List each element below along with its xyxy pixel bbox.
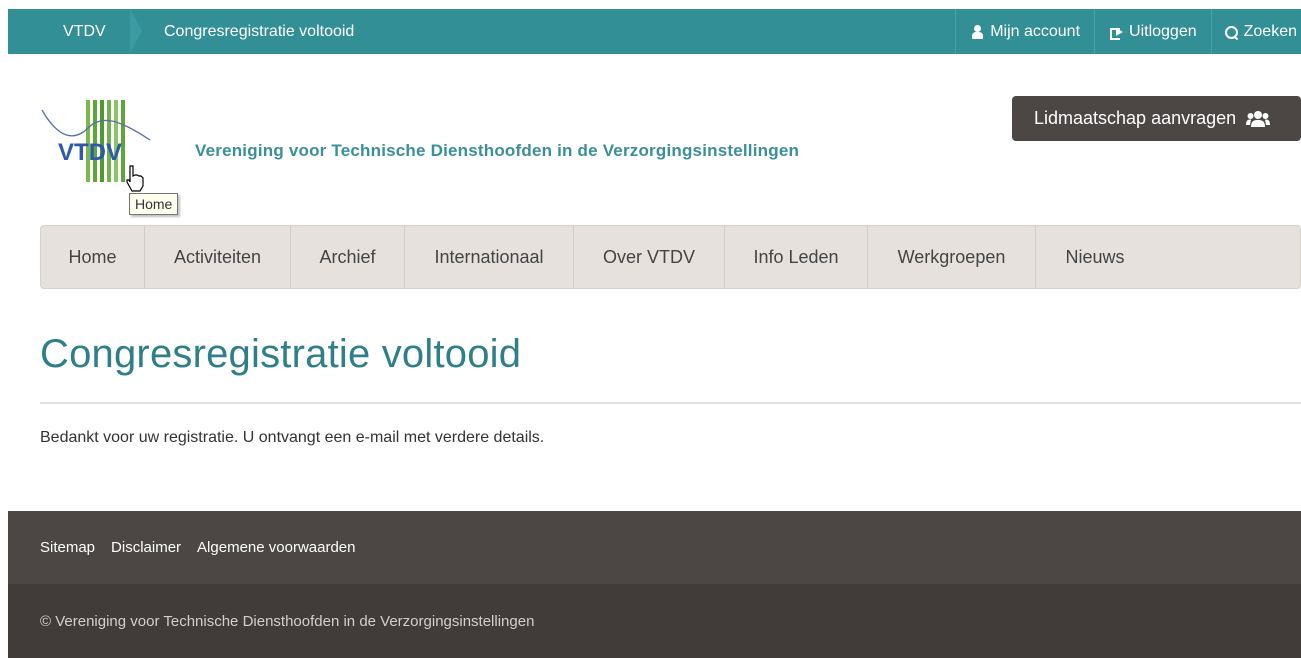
top-bar: VTDV Congresregistratie voltooid Mijn ac… [8,9,1301,54]
copyright-text: © Vereniging voor Technische Diensthoofd… [40,612,535,630]
footer-link-sitemap[interactable]: Sitemap [40,539,95,556]
nav-item-info-leden[interactable]: Info Leden [725,226,868,288]
nav-item-home[interactable]: Home [41,226,145,288]
nav-item-activiteiten[interactable]: Activiteiten [145,226,291,288]
title-divider [40,402,1301,404]
user-icon [970,24,986,40]
logout-link[interactable]: Uitloggen [1094,9,1211,54]
logout-label: Uitloggen [1129,22,1197,40]
membership-request-label: Lidmaatschap aanvragen [1034,108,1237,128]
main-nav: Home Activiteiten Archief Internationaal… [40,225,1301,289]
my-account-link[interactable]: Mijn account [955,9,1094,54]
membership-request-button[interactable]: Lidmaatschap aanvragen [1012,96,1301,141]
footer-links: Sitemap Disclaimer Algemene voorwaarden [8,511,1301,584]
nav-item-nieuws[interactable]: Nieuws [1036,226,1154,288]
logo-text: VTDV [58,139,122,166]
search-label: Zoeken [1243,22,1297,40]
search-link[interactable]: Zoeken [1210,9,1301,54]
home-tooltip: Home [129,193,179,215]
logout-icon [1109,24,1125,40]
footer-link-terms[interactable]: Algemene voorwaarden [197,539,355,556]
page-title: Congresregistratie voltooid [40,332,522,376]
breadcrumb-home[interactable]: VTDV [8,9,142,54]
footer-copyright-bar: © Vereniging voor Technische Diensthoofd… [8,584,1301,658]
nav-item-over-vtdv[interactable]: Over VTDV [574,226,725,288]
footer-link-disclaimer[interactable]: Disclaimer [111,539,181,556]
tagline: Vereniging voor Technische Diensthoofden… [195,141,800,160]
breadcrumb-home-label[interactable]: VTDV [63,23,106,40]
users-icon [1246,110,1271,127]
search-icon [1224,24,1240,40]
nav-item-archief[interactable]: Archief [291,226,405,288]
confirmation-message: Bedankt voor uw registratie. U ontvangt … [40,429,545,446]
nav-item-internationaal[interactable]: Internationaal [405,226,574,288]
hand-cursor-icon [126,165,144,192]
breadcrumb-separator-icon [130,9,142,53]
top-nav: Mijn account Uitloggen Zoeken [955,9,1301,54]
nav-item-werkgroepen[interactable]: Werkgroepen [868,226,1036,288]
breadcrumb-current: Congresregistratie voltooid [164,23,355,40]
my-account-label: Mijn account [990,22,1081,40]
